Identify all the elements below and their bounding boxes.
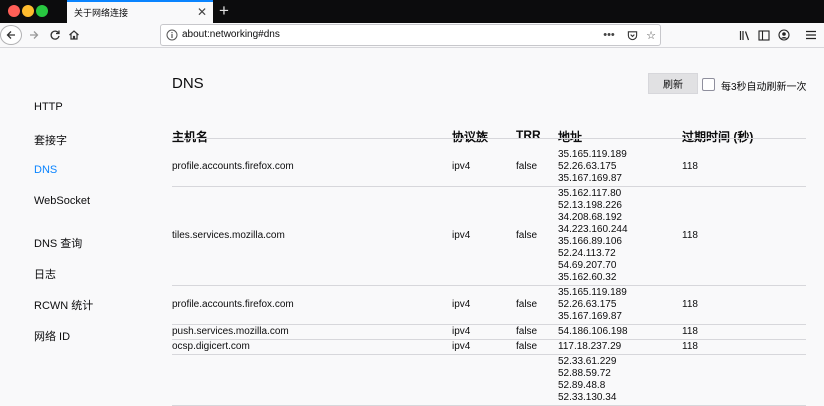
page-actions-icon[interactable]: ••• [602,28,616,42]
minimize-window-button[interactable] [22,5,34,17]
address-line: 34.223.160.244 [558,224,628,235]
trr-cell: false [516,326,538,337]
hostname-cell: ocsp.digicert.com [172,341,250,352]
hostname-cell: push.services.mozilla.com [172,326,289,337]
address-line: 52.88.59.72 [558,368,611,379]
pocket-icon[interactable] [625,28,639,42]
address-line: 35.166.89.106 [558,236,622,247]
zoom-window-button[interactable] [36,5,48,17]
refresh-button[interactable]: 刷新 [648,73,698,94]
family-cell: ipv4 [452,230,471,241]
new-tab-button[interactable]: + [215,1,233,21]
sidebar-item-websocket[interactable]: WebSocket [34,195,90,207]
address-line: 52.89.48.8 [558,380,606,391]
address-line: 54.186.106.198 [558,326,628,337]
trr-cell: false [516,341,538,352]
row-divider [172,186,806,187]
address-line: 52.26.63.175 [558,299,617,310]
sidebar-toggle-icon[interactable] [756,28,772,42]
address-line: 52.13.198.226 [558,200,622,211]
address-line: 54.69.207.70 [558,260,617,271]
back-button[interactable] [0,25,22,45]
family-cell: ipv4 [452,161,471,172]
sidebar-item-rcwn-stats[interactable]: RCWN 统计 [34,297,93,313]
column-header-addresses: 地址 [558,130,583,144]
navigation-toolbar: about:networking#dns ••• ☆ [0,23,824,48]
category-sidebar: HTTP 套接字 DNS WebSocket DNS 查询 日志 RCWN 统计… [0,49,160,400]
arrow-left-icon [6,31,15,39]
address-line: 35.162.117.80 [558,188,622,199]
account-icon[interactable] [776,28,792,42]
expires-cell: 118 [682,161,698,172]
sidebar-item-logging[interactable]: 日志 [34,266,56,282]
address-line: 52.33.61.229 [558,356,617,367]
title-bar: 关于网络连接 ✕ + [0,0,824,23]
hostname-cell: tiles.services.mozilla.com [172,230,285,241]
address-line: 35.162.60.32 [558,272,617,283]
sidebar-item-network-id[interactable]: 网络 ID [34,328,70,344]
page-title: DNS [172,75,204,92]
address-line: 52.33.130.34 [558,392,617,403]
dns-panel: DNS 刷新 每3秒自动刷新一次 主机名 协议族 TRR 地址 过期时间 (秒)… [160,49,824,406]
address-line: 35.165.119.189 [558,149,627,160]
auto-refresh-label: 每3秒自动刷新一次 [721,82,807,93]
address-line: 117.18.237.29 [558,341,622,352]
column-header-family: 协议族 [452,130,489,144]
address-line: 35.167.169.87 [558,311,622,322]
address-line: 35.167.169.87 [558,173,622,184]
expires-cell: 118 [682,230,698,241]
address-line: 34.208.68.192 [558,212,622,223]
close-icon[interactable]: ✕ [197,5,207,19]
arrow-right-icon [30,31,39,39]
expires-cell: 118 [682,326,698,337]
bookmark-star-icon[interactable]: ☆ [644,28,658,42]
trr-cell: false [516,161,538,172]
tab-title: 关于网络连接 [74,8,129,18]
hostname-cell: profile.accounts.firefox.com [172,299,294,310]
forward-button[interactable] [26,25,42,45]
home-button[interactable] [66,25,82,45]
expires-cell: 118 [682,341,698,352]
sidebar-item-dns[interactable]: DNS [34,164,57,176]
hostname-cell: profile.accounts.firefox.com [172,161,294,172]
expires-cell: 118 [682,299,698,310]
info-icon[interactable] [166,29,178,41]
trr-cell: false [516,299,538,310]
library-icon[interactable] [737,28,753,42]
family-cell: ipv4 [452,299,471,310]
column-header-trr: TRR [516,128,541,142]
row-divider [172,285,806,286]
row-divider [172,354,806,355]
trr-cell: false [516,230,538,241]
column-header-hostname: 主机名 [172,130,209,144]
sidebar-item-dns-lookup[interactable]: DNS 查询 [34,235,82,251]
url-bar[interactable]: about:networking#dns ••• ☆ [160,24,661,46]
sidebar-item-http[interactable]: HTTP [34,101,63,113]
tab-networking[interactable]: 关于网络连接 ✕ [67,0,213,23]
reload-button[interactable] [47,25,63,45]
row-divider [172,339,806,340]
home-icon [69,30,79,40]
address-line: 52.26.63.175 [558,161,617,172]
menu-icon[interactable] [803,28,819,42]
url-text: about:networking#dns [182,29,280,40]
reload-icon [50,30,60,40]
family-cell: ipv4 [452,341,471,352]
row-divider [172,324,806,325]
column-header-expires: 过期时间 (秒) [682,130,754,144]
auto-refresh-checkbox[interactable] [702,78,715,91]
address-line: 35.165.119.189 [558,287,627,298]
address-line: 52.24.113.72 [558,248,616,259]
row-divider [172,138,806,139]
close-window-button[interactable] [8,5,20,17]
family-cell: ipv4 [452,326,471,337]
sidebar-item-sockets[interactable]: 套接字 [34,132,67,148]
